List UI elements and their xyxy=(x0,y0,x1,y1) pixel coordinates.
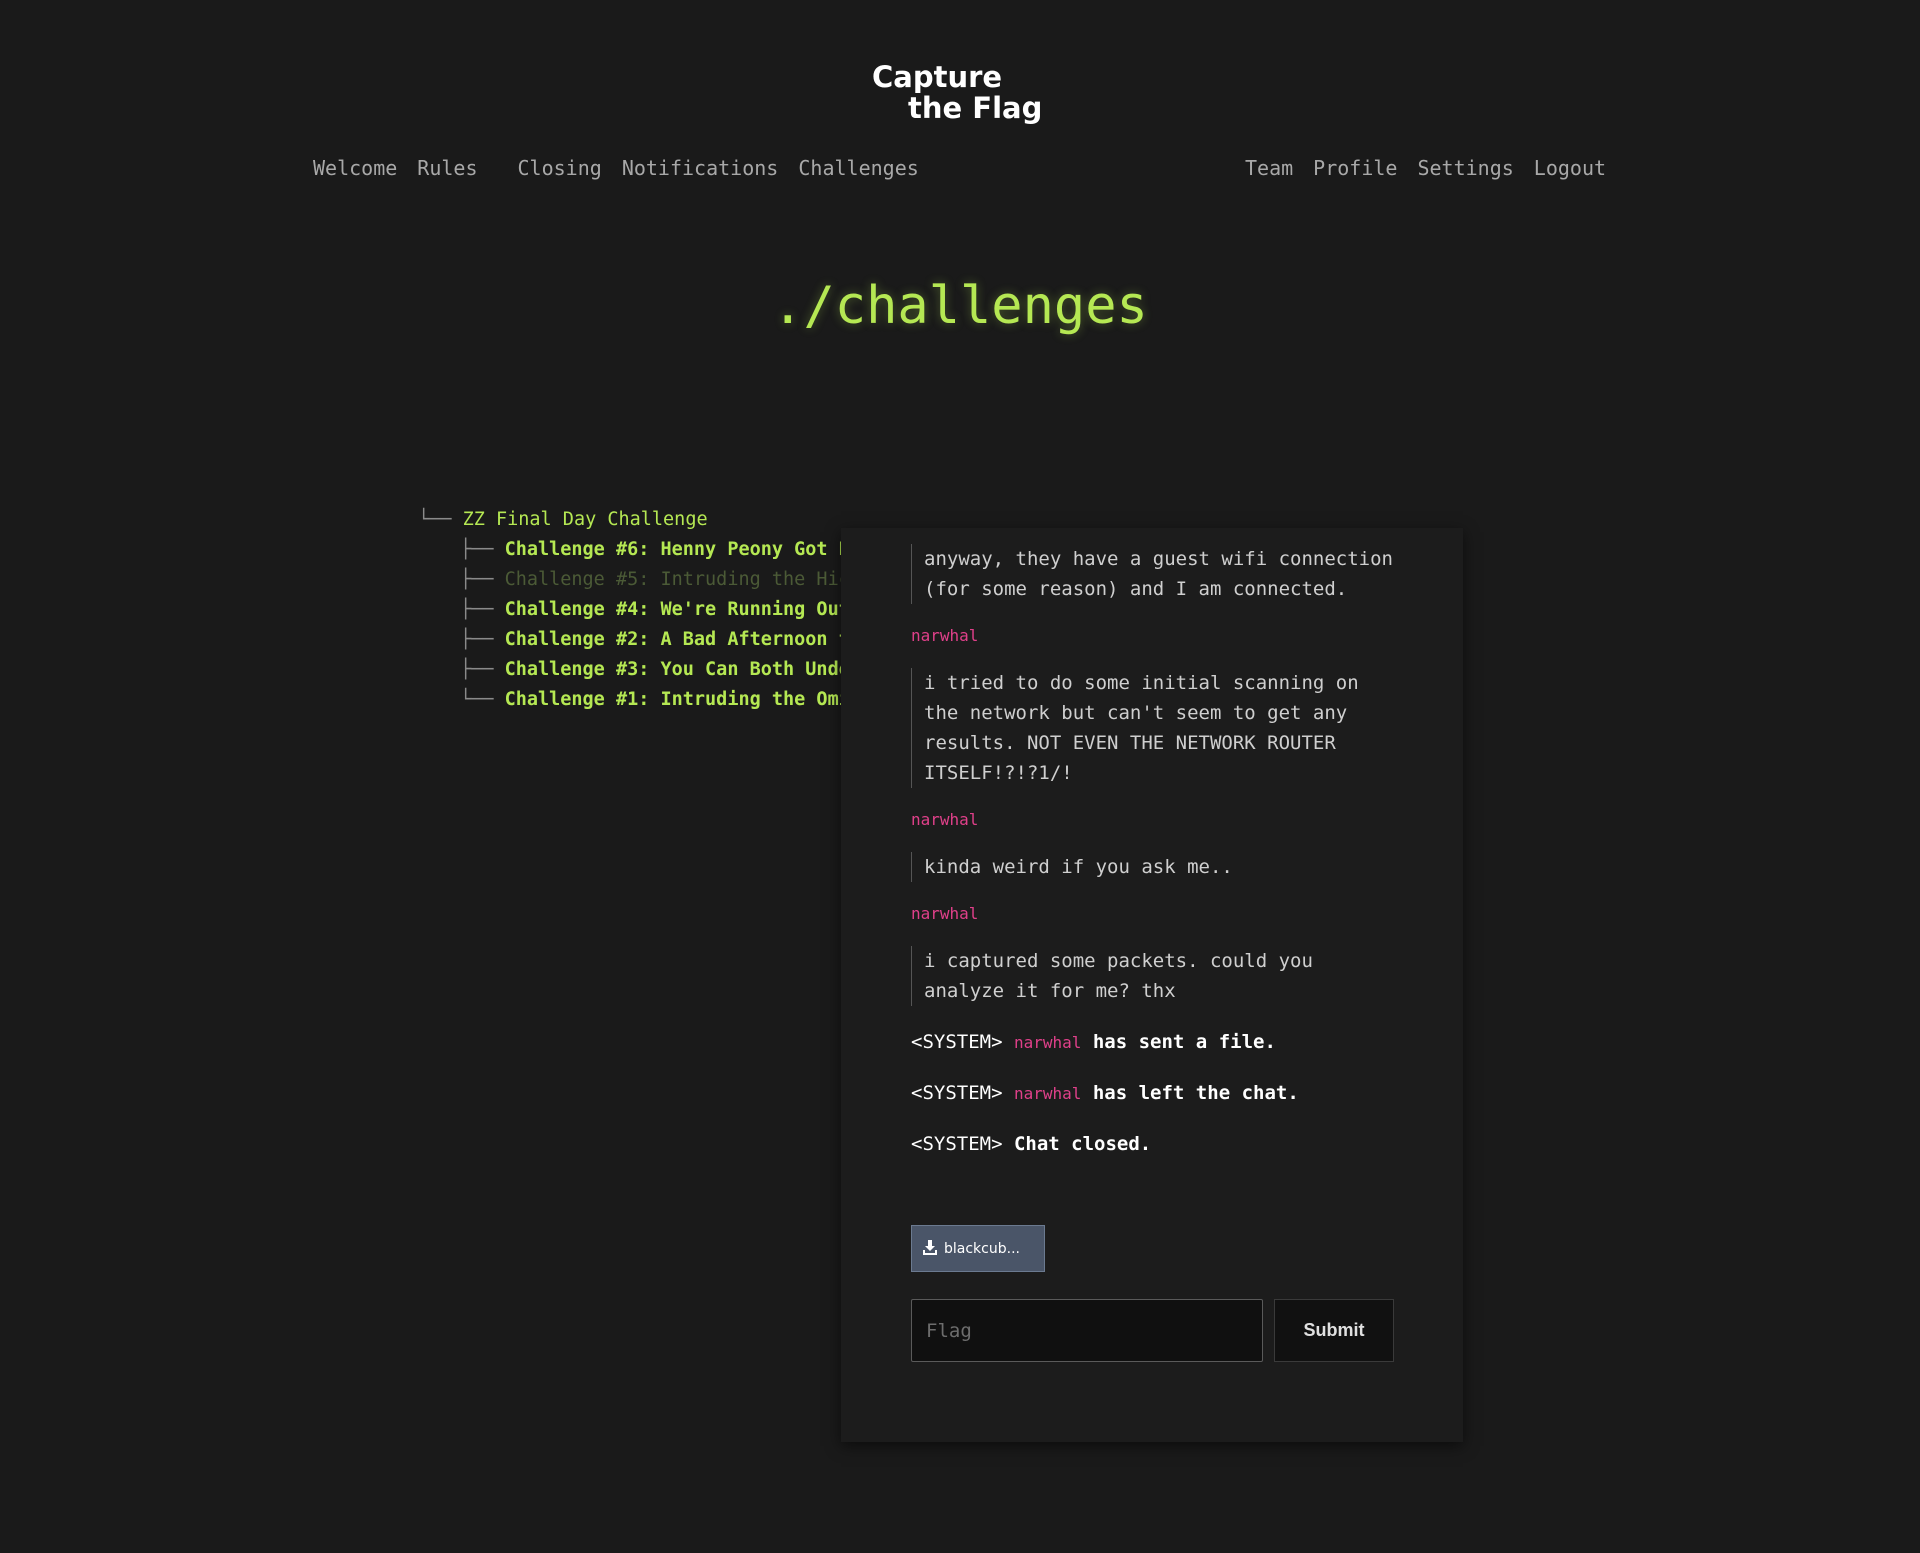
tree-item: ├── Challenge #2: A Bad Afternoon t xyxy=(418,625,842,655)
tree-item: ├── Challenge #6: Henny Peony Got H xyxy=(418,535,842,565)
chat-message: i captured some packets. could you analy… xyxy=(911,946,1401,1006)
tree-item: ├── Challenge #3: You Can Both Unde xyxy=(418,655,842,685)
system-tag: <SYSTEM> xyxy=(911,1133,1003,1155)
nav-team[interactable]: Team xyxy=(1245,156,1293,180)
tree-glyph: └── xyxy=(460,689,494,710)
submit-button[interactable]: Submit xyxy=(1274,1299,1394,1362)
nav-rules[interactable]: Rules xyxy=(417,156,477,180)
system-message: <SYSTEM> narwhal has left the chat. xyxy=(911,1079,1401,1108)
system-user: narwhal xyxy=(1013,1084,1082,1103)
challenge-link-5[interactable]: Challenge #5: Intruding the Hic xyxy=(505,569,842,590)
download-icon xyxy=(922,1239,938,1259)
download-file-button[interactable]: blackcub... xyxy=(911,1225,1045,1272)
main-nav-right: Team Profile Settings Logout xyxy=(1245,156,1626,180)
nav-welcome[interactable]: Welcome xyxy=(313,156,397,180)
tree-glyph: ├── xyxy=(460,539,494,560)
nav-settings[interactable]: Settings xyxy=(1417,156,1513,180)
chat-author: narwhal xyxy=(911,626,979,645)
file-name: blackcub... xyxy=(944,1240,1020,1257)
system-tag: <SYSTEM> xyxy=(911,1031,1003,1053)
chat-author: narwhal xyxy=(911,904,979,923)
challenge-link-1[interactable]: Challenge #1: Intruding the Omi xyxy=(505,689,842,710)
challenge-link-3[interactable]: Challenge #3: You Can Both Unde xyxy=(505,659,842,680)
page-title: ./challenges xyxy=(772,276,1148,336)
flag-input[interactable] xyxy=(911,1299,1263,1362)
system-message: <SYSTEM> Chat closed. xyxy=(911,1130,1401,1158)
nav-challenges[interactable]: Challenges xyxy=(798,156,918,180)
system-message: <SYSTEM> narwhal has sent a file. xyxy=(911,1028,1401,1057)
tree-glyph: ├── xyxy=(460,659,494,680)
chat-message: i tried to do some initial scanning on t… xyxy=(911,668,1401,788)
system-user: narwhal xyxy=(1013,1033,1082,1052)
nav-notifications[interactable]: Notifications xyxy=(622,156,779,180)
challenge-link-4[interactable]: Challenge #4: We're Running Out xyxy=(505,599,842,620)
challenge-tree: └── ZZ Final Day Challenge ├── Challenge… xyxy=(418,505,842,715)
system-action: has left the chat. xyxy=(1092,1082,1299,1104)
tree-item: ├── Challenge #5: Intruding the Hic xyxy=(418,565,842,595)
chat-log: anyway, they have a guest wifi connectio… xyxy=(911,544,1401,1180)
challenge-link-6[interactable]: Challenge #6: Henny Peony Got H xyxy=(505,539,842,560)
main-nav-left: Welcome Rules Closing Notifications Chal… xyxy=(313,156,939,180)
chat-author: narwhal xyxy=(911,810,979,829)
nav-closing[interactable]: Closing xyxy=(518,156,602,180)
challenge-chat-panel: anyway, they have a guest wifi connectio… xyxy=(841,528,1463,1442)
tree-item: ├── Challenge #4: We're Running Out xyxy=(418,595,842,625)
page: Capture the Flag Welcome Rules Closing N… xyxy=(0,0,1920,1553)
system-tag: <SYSTEM> xyxy=(911,1082,1003,1104)
tree-item: └── Challenge #1: Intruding the Omi xyxy=(418,685,842,715)
tree-glyph: ├── xyxy=(460,569,494,590)
chat-message: anyway, they have a guest wifi connectio… xyxy=(911,544,1401,604)
chat-message: kinda weird if you ask me.. xyxy=(911,852,1401,882)
tree-root-row: └── ZZ Final Day Challenge xyxy=(418,505,842,535)
challenge-link-2[interactable]: Challenge #2: A Bad Afternoon t xyxy=(505,629,842,650)
site-logo[interactable]: Capture the Flag xyxy=(872,62,1042,124)
logo-line-2: the Flag xyxy=(908,91,1043,125)
tree-root-label[interactable]: ZZ Final Day Challenge xyxy=(463,509,708,530)
system-action: has sent a file. xyxy=(1092,1031,1276,1053)
logo-line-1: Capture xyxy=(872,60,1003,94)
system-action: Chat closed. xyxy=(1013,1133,1152,1155)
tree-glyph: ├── xyxy=(460,599,494,620)
nav-profile[interactable]: Profile xyxy=(1313,156,1397,180)
tree-glyph: ├── xyxy=(460,629,494,650)
nav-logout[interactable]: Logout xyxy=(1534,156,1606,180)
tree-glyph: └── xyxy=(418,509,452,530)
